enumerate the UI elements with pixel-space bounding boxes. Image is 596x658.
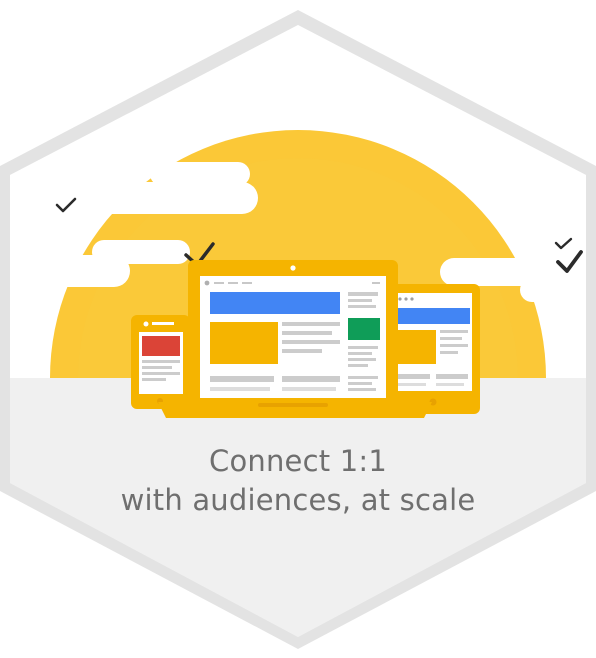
hexagon-illustration [0, 10, 596, 649]
phone-icon [131, 315, 190, 409]
illustration-card: Connect 1:1 with audiences, at scale [0, 0, 596, 653]
caption-line-2: with audiences, at scale [120, 483, 476, 517]
caption-line-1: Connect 1:1 [209, 444, 387, 478]
laptop-icon [158, 260, 432, 418]
